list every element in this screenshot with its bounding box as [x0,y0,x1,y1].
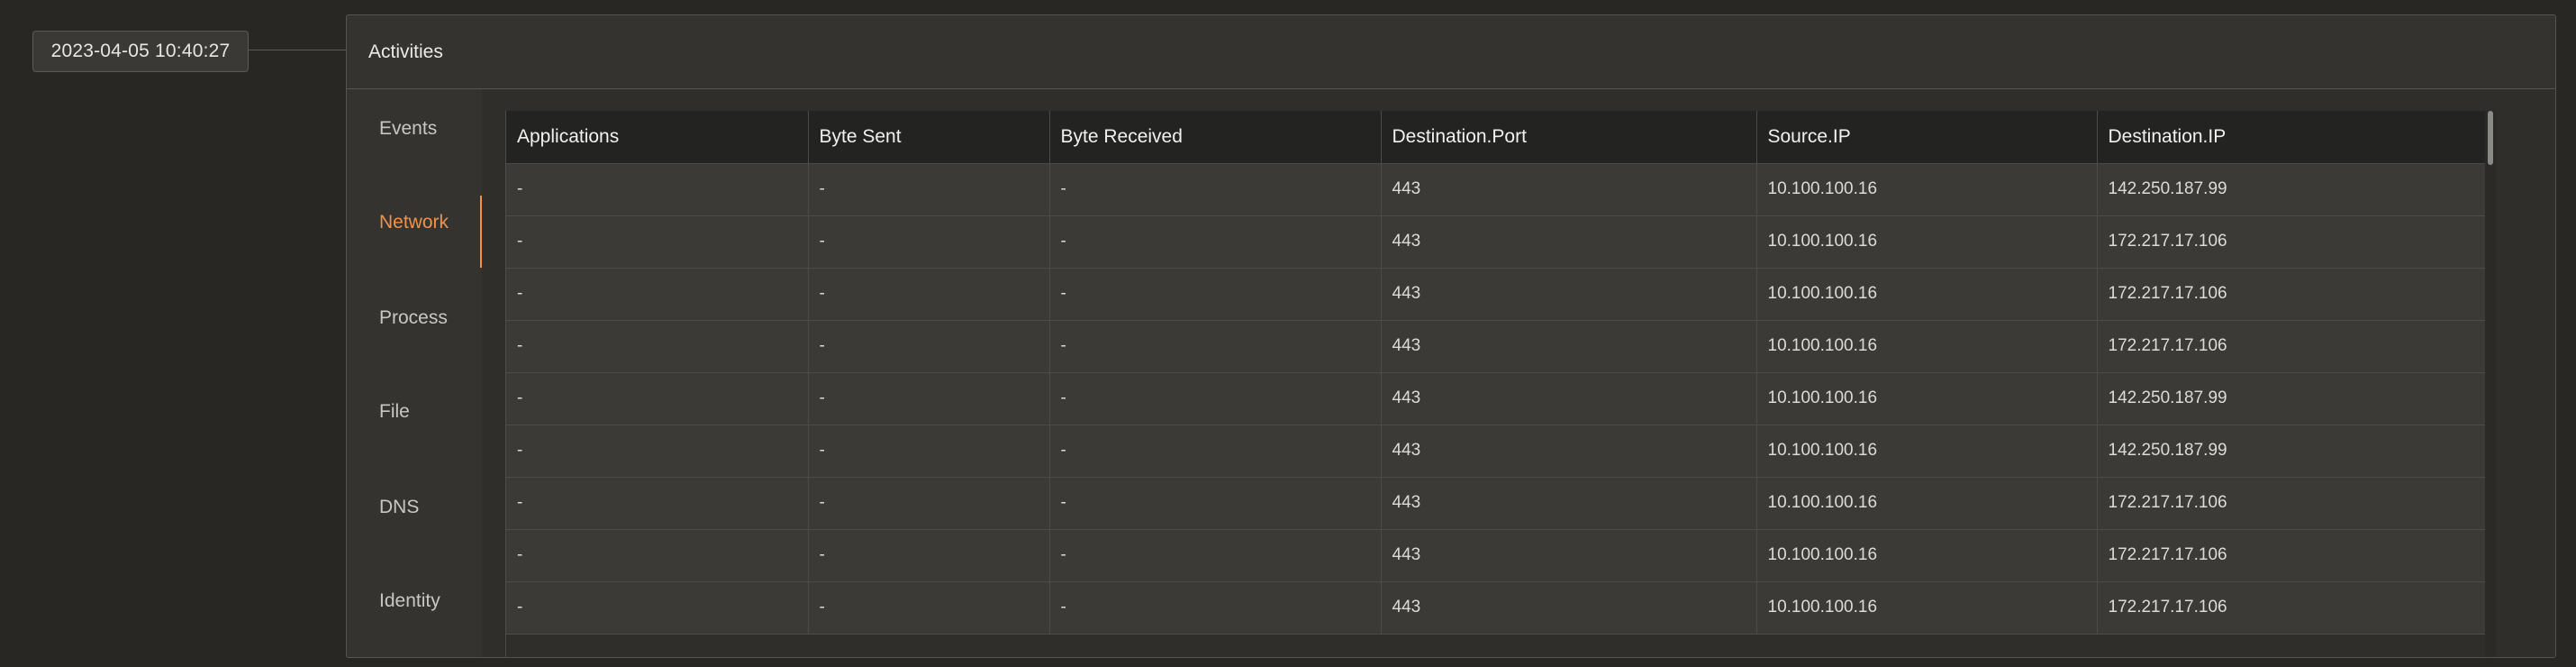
cell-byte-sent: - [808,425,1050,478]
table-row[interactable]: - - -443 10.100.100.16 172.217.17.106 [506,268,2487,321]
table-row[interactable]: - - -443 10.100.100.16 172.217.17.106 [506,215,2487,269]
table-row[interactable]: - - -443 10.100.100.16 172.217.17.106 [506,320,2487,373]
cell-destination-port: 443 [1381,477,1757,530]
cell-destination-port: 443 [1381,215,1757,269]
scrollbar-thumb[interactable] [2488,111,2493,165]
table-header-row: Applications Byte Sent Byte Received Des… [506,111,2487,164]
cell-destination-port: 443 [1381,268,1757,321]
cell-applications: - [506,268,809,321]
cell-applications: - [506,320,809,373]
cell-source-ip: 10.100.100.16 [1756,581,2098,635]
column-header-applications[interactable]: Applications [506,111,809,164]
cell-destination-port: 443 [1381,163,1757,216]
cell-applications: - [506,215,809,269]
cell-source-ip: 10.100.100.16 [1756,477,2098,530]
cell-destination-ip: 172.217.17.106 [2097,215,2487,269]
cell-applications: - [506,425,809,478]
activity-tabs: Events Network Process File DNS Identity [347,89,484,657]
cell-byte-received: - [1049,320,1382,373]
cell-byte-sent: - [808,268,1050,321]
table-scrollbar[interactable] [2485,111,2496,657]
network-table: Applications Byte Sent Byte Received Des… [506,111,2487,635]
cell-byte-received: - [1049,581,1382,635]
cell-applications: - [506,477,809,530]
table-row[interactable]: - - -443 10.100.100.16 172.217.17.106 [506,477,2487,530]
cell-byte-sent: - [808,529,1050,582]
cell-byte-received: - [1049,372,1382,425]
tab-dns[interactable]: DNS [379,497,419,518]
cell-byte-sent: - [808,372,1050,425]
cell-destination-ip: 142.250.187.99 [2097,425,2487,478]
activities-panel: Activities Events Network Process File D… [346,14,2556,658]
panel-body: Events Network Process File DNS Identity [347,89,2555,657]
cell-byte-received: - [1049,215,1382,269]
cell-destination-port: 443 [1381,320,1757,373]
cell-applications: - [506,529,809,582]
cell-byte-sent: - [808,215,1050,269]
cell-source-ip: 10.100.100.16 [1756,215,2098,269]
cell-source-ip: 10.100.100.16 [1756,425,2098,478]
table-row[interactable]: - - -443 10.100.100.16 172.217.17.106 [506,581,2487,635]
cell-byte-sent: - [808,581,1050,635]
timestamp-badge: 2023-04-05 10:40:27 [32,31,249,72]
cell-destination-ip: 172.217.17.106 [2097,320,2487,373]
cell-source-ip: 10.100.100.16 [1756,320,2098,373]
cell-source-ip: 10.100.100.16 [1756,372,2098,425]
table-row[interactable]: - - -443 10.100.100.16 142.250.187.99 [506,372,2487,425]
cell-byte-sent: - [808,320,1050,373]
column-header-destination-ip[interactable]: Destination.IP [2097,111,2487,164]
cell-byte-sent: - [808,163,1050,216]
cell-source-ip: 10.100.100.16 [1756,529,2098,582]
cell-applications: - [506,581,809,635]
tab-identity[interactable]: Identity [379,590,440,612]
cell-destination-port: 443 [1381,581,1757,635]
column-header-source-ip[interactable]: Source.IP [1756,111,2098,164]
tab-process[interactable]: Process [379,307,448,329]
cell-byte-sent: - [808,477,1050,530]
cell-byte-received: - [1049,477,1382,530]
column-header-byte-received[interactable]: Byte Received [1049,111,1382,164]
cell-destination-port: 443 [1381,425,1757,478]
cell-byte-received: - [1049,425,1382,478]
cell-byte-received: - [1049,529,1382,582]
cell-byte-received: - [1049,163,1382,216]
table-row[interactable]: - - -443 10.100.100.16 142.250.187.99 [506,163,2487,216]
cell-destination-ip: 172.217.17.106 [2097,529,2487,582]
tab-file[interactable]: File [379,401,410,423]
column-header-destination-port[interactable]: Destination.Port [1381,111,1757,164]
cell-source-ip: 10.100.100.16 [1756,163,2098,216]
cell-destination-ip: 172.217.17.106 [2097,581,2487,635]
cell-destination-ip: 172.217.17.106 [2097,477,2487,530]
table-row[interactable]: - - -443 10.100.100.16 142.250.187.99 [506,425,2487,478]
cell-destination-ip: 142.250.187.99 [2097,372,2487,425]
cell-destination-ip: 172.217.17.106 [2097,268,2487,321]
table-row[interactable]: - - -443 10.100.100.16 172.217.17.106 [506,529,2487,582]
cell-applications: - [506,372,809,425]
cell-destination-port: 443 [1381,372,1757,425]
cell-byte-received: - [1049,268,1382,321]
panel-title: Activities [368,41,443,62]
cell-applications: - [506,163,809,216]
network-table-container: Applications Byte Sent Byte Received Des… [505,111,2497,657]
cell-destination-ip: 142.250.187.99 [2097,163,2487,216]
tab-network[interactable]: Network [379,212,449,233]
tab-events[interactable]: Events [379,118,437,140]
column-header-byte-sent[interactable]: Byte Sent [808,111,1050,164]
cell-source-ip: 10.100.100.16 [1756,268,2098,321]
panel-header: Activities [347,15,2555,89]
network-content: Applications Byte Sent Byte Received Des… [482,89,2555,657]
cell-destination-port: 443 [1381,529,1757,582]
